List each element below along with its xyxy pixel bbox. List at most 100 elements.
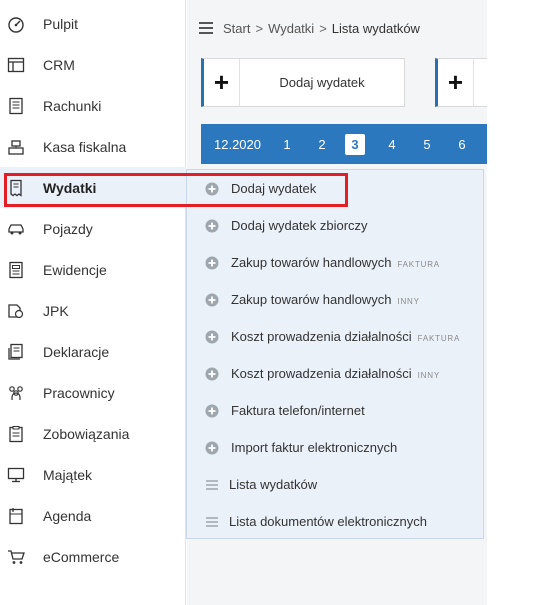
- current-period[interactable]: 12.2020: [214, 137, 261, 152]
- sidebar-item-kasa-fiskalna[interactable]: Kasa fiskalna: [0, 126, 186, 167]
- menu-item-tag: INNY: [397, 297, 420, 306]
- cash-register-icon: [7, 138, 25, 156]
- menu-item-lista-wydatkow[interactable]: Lista wydatków: [187, 466, 485, 503]
- sidebar-item-label: Rachunki: [43, 98, 102, 114]
- menu-item-label: Koszt prowadzenia działalności: [231, 329, 412, 344]
- sidebar-item-label: Wydatki: [43, 180, 97, 196]
- expense-icon: [7, 179, 25, 197]
- plus-circle-icon: [205, 256, 219, 270]
- assets-icon: [7, 466, 25, 484]
- menu-item-label: Dodaj wydatek zbiorczy: [231, 218, 368, 233]
- breadcrumb-start[interactable]: Start: [223, 21, 250, 36]
- car-icon: [7, 220, 25, 238]
- employees-icon: [7, 384, 25, 402]
- sidebar-item-pulpit[interactable]: Pulpit: [0, 3, 186, 44]
- sidebar-item-label: eCommerce: [43, 549, 120, 565]
- sidebar-item-majatek[interactable]: Majątek: [0, 454, 186, 495]
- month-1[interactable]: 1: [277, 137, 297, 152]
- month-4[interactable]: 4: [382, 137, 402, 152]
- menu-item-dodaj-wydatek-zbiorczy[interactable]: Dodaj wydatek zbiorczy: [187, 207, 485, 244]
- sidebar-item-ecommerce[interactable]: eCommerce: [0, 536, 186, 577]
- sidebar-item-wydatki[interactable]: Wydatki: [0, 167, 186, 208]
- plus-circle-icon: [205, 404, 219, 418]
- sidebar-item-ewidencje[interactable]: Ewidencje: [0, 249, 186, 290]
- agenda-icon: [7, 507, 25, 525]
- month-6[interactable]: 6: [452, 137, 472, 152]
- sidebar-item-label: Agenda: [43, 508, 92, 524]
- list-icon: [205, 478, 219, 492]
- sidebar-item-zobowiazania[interactable]: Zobowiązania: [0, 413, 186, 454]
- sidebar-item-label: Pracownicy: [43, 385, 115, 401]
- declaration-icon: [7, 343, 25, 361]
- month-5[interactable]: 5: [417, 137, 437, 152]
- menu-item-label: Import faktur elektronicznych: [231, 440, 398, 455]
- sidebar-item-label: Deklaracje: [43, 344, 110, 360]
- plus-icon[interactable]: +: [438, 59, 474, 106]
- sidebar-item-label: CRM: [43, 57, 75, 73]
- plus-circle-icon: [205, 182, 219, 196]
- menu-item-label: Faktura telefon/internet: [231, 403, 365, 418]
- add-expense-label[interactable]: Dodaj wydatek: [240, 75, 404, 90]
- breadcrumb-separator: >: [255, 20, 264, 36]
- sidebar-item-label: Ewidencje: [43, 262, 107, 278]
- breadcrumb-separator: >: [319, 20, 327, 36]
- dashboard-icon: [7, 15, 25, 33]
- sidebar-item-jpk[interactable]: JPK: [0, 290, 186, 331]
- sidebar: Pulpit CRM Rachunki Kasa fiskalna Wydatk…: [0, 0, 186, 605]
- menu-item-tag: FAKTURA: [397, 260, 440, 269]
- breadcrumb: Start > Wydatki > Lista wydatków: [199, 18, 420, 38]
- menu-item-tag: FAKTURA: [417, 334, 461, 343]
- add-tile-partial[interactable]: +: [435, 58, 487, 107]
- menu-item-tag: INNY: [417, 371, 440, 380]
- right-blank-area: [487, 0, 544, 605]
- menu-item-dodaj-wydatek[interactable]: Dodaj wydatek: [187, 170, 485, 207]
- receipt-icon: [7, 97, 25, 115]
- expenses-submenu: Dodaj wydatek Dodaj wydatek zbiorczy Zak…: [186, 169, 484, 539]
- sidebar-item-pojazdy[interactable]: Pojazdy: [0, 208, 186, 249]
- menu-item-faktura-telefon-internet[interactable]: Faktura telefon/internet: [187, 392, 485, 429]
- sidebar-item-label: Majątek: [43, 467, 93, 483]
- plus-circle-icon: [205, 367, 219, 381]
- menu-item-label: Lista dokumentów elektronicznych: [229, 514, 427, 529]
- menu-item-zakup-towarow-inny[interactable]: Zakup towarów handlowych INNY: [187, 281, 485, 318]
- sidebar-item-label: Pojazdy: [43, 221, 93, 237]
- month-2[interactable]: 2: [312, 137, 332, 152]
- menu-toggle-icon[interactable]: [199, 22, 213, 34]
- plus-circle-icon: [205, 441, 219, 455]
- sidebar-item-rachunki[interactable]: Rachunki: [0, 85, 186, 126]
- register-icon: [7, 261, 25, 279]
- window-icon: [7, 56, 25, 74]
- menu-item-label: Dodaj wydatek: [231, 181, 317, 196]
- sidebar-item-label: Kasa fiskalna: [43, 139, 127, 155]
- month-3-selected[interactable]: 3: [345, 134, 365, 155]
- breadcrumb-section[interactable]: Wydatki: [268, 21, 314, 36]
- app-root: Pulpit CRM Rachunki Kasa fiskalna Wydatk…: [0, 0, 544, 605]
- sidebar-item-crm[interactable]: CRM: [0, 44, 186, 85]
- menu-item-label: Zakup towarów handlowych: [231, 255, 392, 270]
- sidebar-item-pracownicy[interactable]: Pracownicy: [0, 372, 186, 413]
- menu-item-lista-dokumentow[interactable]: Lista dokumentów elektronicznych: [187, 503, 485, 540]
- menu-item-zakup-towarow-faktura[interactable]: Zakup towarów handlowych FAKTURA: [187, 244, 485, 281]
- plus-icon[interactable]: +: [204, 59, 240, 106]
- menu-item-koszt-dzialalnosci-faktura[interactable]: Koszt prowadzenia działalności FAKTURA: [187, 318, 485, 355]
- jpk-icon: [7, 302, 25, 320]
- breadcrumb-current: Lista wydatków: [331, 20, 420, 36]
- month-bar: 12.2020 1 2 3 4 5 6: [201, 124, 487, 164]
- sidebar-item-agenda[interactable]: Agenda: [0, 495, 186, 536]
- sidebar-item-label: Zobowiązania: [43, 426, 130, 442]
- menu-item-label: Zakup towarów handlowych: [231, 292, 392, 307]
- cart-icon: [7, 548, 25, 566]
- plus-circle-icon: [205, 293, 219, 307]
- add-expense-tile[interactable]: + Dodaj wydatek: [201, 58, 405, 107]
- sidebar-item-deklaracje[interactable]: Deklaracje: [0, 331, 186, 372]
- sidebar-item-label: Pulpit: [43, 16, 79, 32]
- plus-circle-icon: [205, 330, 219, 344]
- list-icon: [205, 515, 219, 529]
- sidebar-item-label: JPK: [43, 303, 69, 319]
- liabilities-icon: [7, 425, 25, 443]
- menu-item-label: Koszt prowadzenia działalności: [231, 366, 412, 381]
- menu-item-import-faktur[interactable]: Import faktur elektronicznych: [187, 429, 485, 466]
- menu-item-koszt-dzialalnosci-inny[interactable]: Koszt prowadzenia działalności INNY: [187, 355, 485, 392]
- menu-item-label: Lista wydatków: [229, 477, 318, 492]
- plus-circle-icon: [205, 219, 219, 233]
